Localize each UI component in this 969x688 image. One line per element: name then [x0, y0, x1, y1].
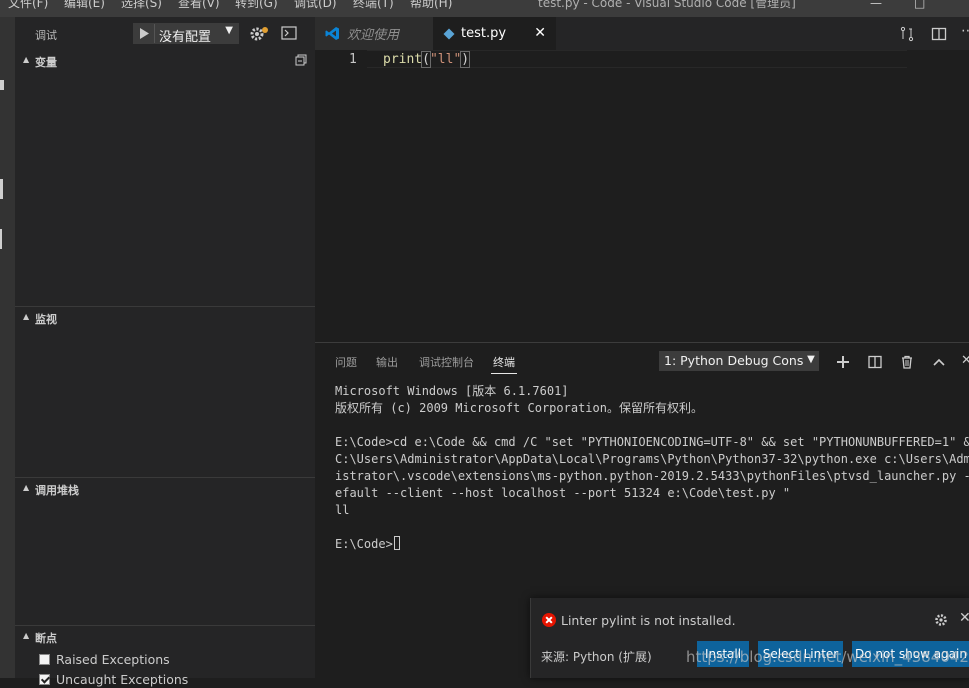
- breakpoints-section-header[interactable]: ▲ 断点: [15, 625, 315, 647]
- maximize-icon[interactable]: □: [914, 0, 925, 10]
- menu-file[interactable]: 文件(F): [8, 0, 48, 11]
- variables-section-header[interactable]: ▲ 变量: [15, 50, 315, 72]
- terminal-line: 版权所有 (c) 2009 Microsoft Corporation。保留所有…: [335, 401, 703, 415]
- do-not-show-again-button[interactable]: Do not show again: [852, 641, 969, 667]
- chevron-down-icon: ▼: [225, 25, 233, 36]
- debug-settings-gear-icon[interactable]: [249, 25, 269, 43]
- chevron-down-icon: ▲: [23, 312, 30, 321]
- variables-section-title: 变量: [35, 56, 57, 69]
- menu-selection[interactable]: 选择(S): [121, 0, 162, 11]
- close-icon[interactable]: ✕: [959, 610, 969, 626]
- chevron-down-icon: ▲: [23, 631, 30, 640]
- activity-bar: [0, 17, 15, 678]
- title-bar: 文件(F) 编辑(E) 选择(S) 查看(V) 转到(G) 调试(D) 终端(T…: [0, 0, 969, 17]
- terminal-prompt: E:\Code>: [335, 537, 393, 551]
- token-paren-close: ): [460, 51, 471, 68]
- terminal-cursor: [393, 536, 400, 550]
- editor-tab-bar: 欢迎使用 test.py ✕ ⋯: [315, 17, 969, 50]
- close-panel-icon[interactable]: ✕: [961, 353, 969, 368]
- minimize-icon[interactable]: —: [870, 0, 882, 10]
- uncaught-exceptions-checkbox[interactable]: [39, 673, 50, 685]
- code-editor[interactable]: 1 print("ll"): [315, 50, 969, 342]
- token-paren-open: (: [421, 51, 431, 68]
- watch-section-title: 监视: [35, 313, 57, 326]
- window-title: test.py - Code - Visual Studio Code [管理员…: [538, 0, 796, 10]
- chevron-down-icon: ▲: [23, 55, 30, 64]
- tab-problems[interactable]: 问题: [335, 354, 357, 370]
- terminal-line: efault --client --host localhost --port …: [335, 486, 791, 500]
- token-function: print: [383, 52, 423, 67]
- call-stack-section-header[interactable]: ▲ 调用堆栈: [15, 477, 315, 499]
- compare-changes-icon[interactable]: [899, 26, 915, 42]
- python-file-icon: [443, 28, 455, 39]
- debug-sidebar: 调试 没有配置 ▼ ▲ 变量 ▲ 监视 ▲ 调用堆栈 ▲ 断点 Raised E…: [15, 17, 315, 687]
- tab-test-py[interactable]: test.py ✕: [433, 17, 556, 50]
- terminal-line: ll: [335, 503, 350, 517]
- raised-exceptions-checkbox[interactable]: [39, 653, 50, 665]
- error-icon: [542, 613, 556, 627]
- tab-output[interactable]: 输出: [376, 354, 398, 370]
- terminal-line: C:\Users\Administrator\AppData\Local\Pro…: [335, 452, 969, 466]
- activity-icon[interactable]: [0, 80, 4, 90]
- tab-debug-console[interactable]: 调试控制台: [419, 354, 474, 370]
- split-editor-icon[interactable]: [931, 26, 947, 42]
- terminal-line: Microsoft Windows [版本 6.1.7601]: [335, 384, 569, 398]
- terminal-line: E:\Code>cd e:\Code && cmd /C "set "PYTHO…: [335, 435, 969, 449]
- breakpoint-label: Raised Exceptions: [56, 651, 170, 667]
- debug-toolbar: 调试 没有配置 ▼: [15, 17, 315, 50]
- tab-label: 欢迎使用: [347, 28, 400, 43]
- active-tab-indicator: [491, 373, 517, 374]
- debug-config-select[interactable]: 没有配置 ▼: [133, 23, 239, 45]
- vscode-logo-icon: [325, 27, 339, 40]
- menu-terminal[interactable]: 终端(T): [353, 0, 394, 11]
- terminal-prompt-line: E:\Code>: [335, 536, 969, 553]
- terminal-select[interactable]: 1: Python Debug Console ▼: [659, 351, 819, 371]
- start-debugging-button[interactable]: [134, 24, 155, 43]
- install-button[interactable]: Install: [697, 641, 749, 667]
- code-line[interactable]: print("ll"): [383, 51, 471, 68]
- chevron-up-icon[interactable]: [932, 355, 946, 369]
- activity-extensions-icon[interactable]: [0, 229, 2, 249]
- breakpoint-item[interactable]: Raised Exceptions: [39, 650, 170, 668]
- menu-edit[interactable]: 编辑(E): [64, 0, 105, 11]
- terminal-select-label: 1: Python Debug Console: [664, 353, 819, 368]
- gear-icon[interactable]: [934, 613, 948, 627]
- play-icon: [139, 28, 149, 39]
- menu-help[interactable]: 帮助(H): [410, 0, 452, 11]
- breakpoint-label: Uncaught Exceptions: [56, 671, 189, 687]
- select-linter-button[interactable]: Select Linter: [758, 641, 843, 667]
- tab-label: test.py: [461, 26, 507, 41]
- sidebar-title: 调试: [35, 29, 57, 42]
- menu-debug[interactable]: 调试(D): [294, 0, 337, 11]
- collapse-all-icon[interactable]: [295, 54, 307, 66]
- notification-toast: Linter pylint is not installed. ✕ 来源: Py…: [530, 598, 969, 678]
- menu-view[interactable]: 查看(V): [178, 0, 220, 11]
- more-actions-icon[interactable]: ⋯: [961, 23, 969, 39]
- line-number: 1: [349, 52, 357, 67]
- tab-terminal[interactable]: 终端: [493, 354, 515, 370]
- chevron-down-icon: ▼: [803, 351, 819, 371]
- tab-welcome[interactable]: 欢迎使用: [315, 17, 433, 50]
- menu-go[interactable]: 转到(G): [235, 0, 278, 11]
- terminal-line: istrator\.vscode\extensions\ms-python.py…: [335, 469, 969, 483]
- debug-console-icon[interactable]: [281, 26, 297, 40]
- new-terminal-icon[interactable]: [836, 355, 850, 369]
- split-terminal-icon[interactable]: [868, 355, 882, 369]
- watch-section-header[interactable]: ▲ 监视: [15, 306, 315, 328]
- chevron-down-icon: ▲: [23, 483, 30, 492]
- terminal-output[interactable]: Microsoft Windows [版本 6.1.7601] 版权所有 (c)…: [335, 383, 969, 553]
- token-string: "ll": [429, 52, 462, 67]
- debug-config-label: 没有配置: [159, 30, 212, 45]
- trash-icon[interactable]: [900, 355, 914, 369]
- notification-source: 来源: Python (扩展): [541, 650, 652, 664]
- breakpoint-item[interactable]: Uncaught Exceptions: [39, 670, 188, 688]
- notification-message: Linter pylint is not installed.: [561, 613, 736, 628]
- call-stack-section-title: 调用堆栈: [35, 484, 79, 497]
- close-icon[interactable]: ✕: [534, 25, 546, 41]
- breakpoints-section-title: 断点: [35, 632, 57, 645]
- activity-debug-icon[interactable]: [0, 179, 3, 199]
